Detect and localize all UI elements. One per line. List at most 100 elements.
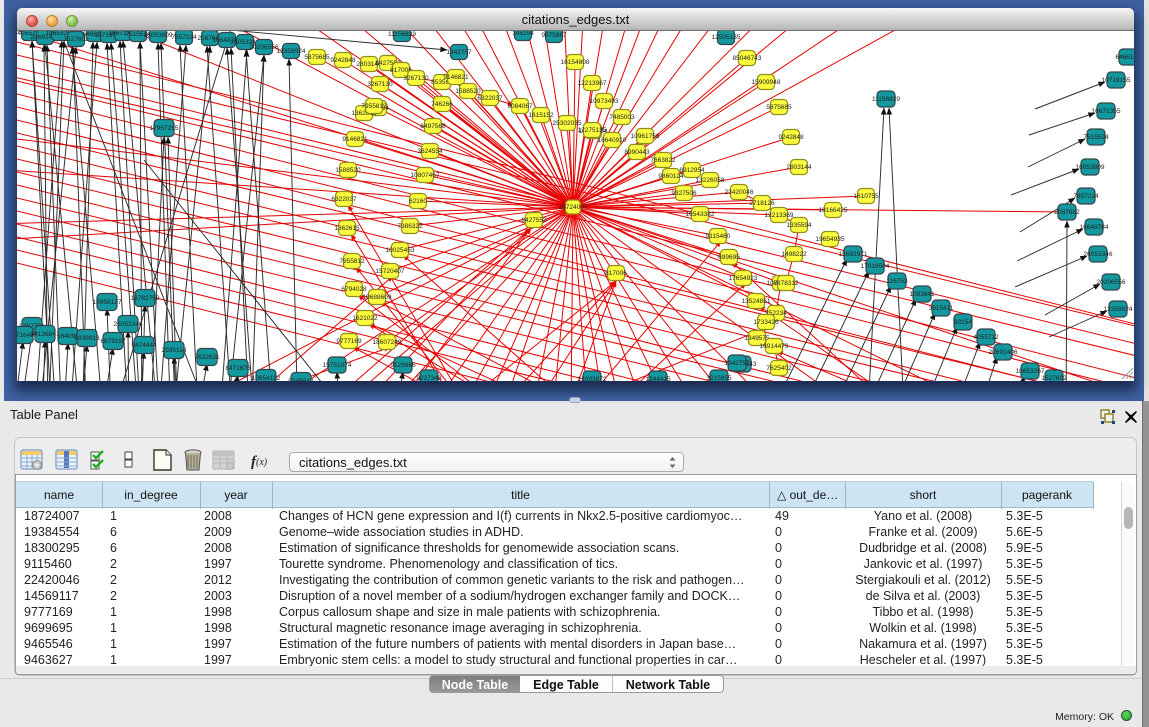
svg-text:2803144: 2803144 bbox=[786, 164, 812, 171]
svg-text:12093872: 12093872 bbox=[578, 376, 607, 381]
svg-text:10973493: 10973493 bbox=[590, 98, 619, 105]
svg-text:26053346: 26053346 bbox=[114, 321, 143, 328]
svg-text:1621022: 1621022 bbox=[352, 315, 378, 322]
svg-text:7955812: 7955812 bbox=[361, 103, 387, 110]
svg-text:19654935: 19654935 bbox=[816, 236, 845, 243]
svg-text:9227343: 9227343 bbox=[416, 375, 442, 381]
svg-text:7857224: 7857224 bbox=[1073, 193, 1099, 200]
svg-text:13524851: 13524851 bbox=[742, 298, 771, 305]
svg-text:8427552: 8427552 bbox=[521, 217, 547, 224]
svg-text:3215955: 3215955 bbox=[706, 375, 732, 381]
svg-text:11156829: 11156829 bbox=[388, 31, 416, 38]
svg-text:9242848: 9242848 bbox=[330, 57, 356, 64]
svg-text:9115460: 9115460 bbox=[706, 233, 731, 240]
svg-text:12359924: 12359924 bbox=[1104, 306, 1133, 313]
svg-text:7515524: 7515524 bbox=[1083, 134, 1109, 141]
svg-text:15720407: 15720407 bbox=[376, 268, 405, 275]
svg-text:10807467: 10807467 bbox=[411, 172, 440, 179]
svg-text:16053809: 16053809 bbox=[144, 32, 173, 39]
svg-text:2935114: 2935114 bbox=[162, 347, 187, 354]
svg-text:12505135: 12505135 bbox=[712, 34, 741, 41]
svg-text:1610755: 1610755 bbox=[853, 193, 879, 200]
svg-text:5875685: 5875685 bbox=[304, 54, 330, 61]
svg-text:15909948: 15909948 bbox=[752, 79, 781, 86]
svg-text:1527602: 1527602 bbox=[1041, 375, 1067, 381]
svg-text:116753: 116753 bbox=[886, 278, 908, 285]
svg-text:8990443: 8990443 bbox=[624, 149, 650, 156]
svg-text:10961758: 10961758 bbox=[631, 133, 660, 140]
svg-text:12359924: 12359924 bbox=[277, 48, 306, 55]
svg-text:7857224: 7857224 bbox=[171, 34, 197, 41]
svg-text:1342757: 1342757 bbox=[724, 360, 750, 367]
svg-text:10653267: 10653267 bbox=[1016, 368, 1045, 375]
svg-text:1362615: 1362615 bbox=[334, 225, 360, 232]
svg-text:9146821: 9146821 bbox=[342, 136, 368, 143]
svg-text:16914479: 16914479 bbox=[760, 343, 789, 350]
svg-text:7625402: 7625402 bbox=[766, 365, 792, 372]
svg-text:6466160: 6466160 bbox=[1115, 54, 1134, 61]
svg-text:20206556: 20206556 bbox=[1097, 279, 1126, 286]
svg-text:18724007: 18724007 bbox=[559, 204, 588, 211]
svg-text:817006: 817006 bbox=[605, 270, 627, 277]
svg-text:12213967: 12213967 bbox=[578, 80, 607, 87]
svg-text:3267130: 3267130 bbox=[367, 81, 393, 88]
svg-text:15692971: 15692971 bbox=[839, 251, 868, 258]
svg-text:14136841: 14136841 bbox=[31, 331, 60, 338]
svg-text:9245612: 9245612 bbox=[288, 378, 314, 381]
svg-text:3267130: 3267130 bbox=[403, 75, 429, 82]
svg-text:17957255: 17957255 bbox=[150, 125, 179, 132]
svg-text:17016504: 17016504 bbox=[861, 263, 890, 270]
svg-text:10654112: 10654112 bbox=[252, 375, 281, 381]
svg-text:1335594: 1335594 bbox=[786, 222, 812, 229]
svg-text:9146821: 9146821 bbox=[443, 74, 469, 81]
svg-text:12275135: 12275135 bbox=[578, 127, 607, 134]
svg-text:16640910: 16640910 bbox=[598, 137, 627, 144]
svg-text:145194: 145194 bbox=[512, 31, 534, 37]
svg-text:16782759: 16782759 bbox=[131, 295, 160, 302]
svg-text:9084067: 9084067 bbox=[507, 103, 533, 110]
svg-text:1588520: 1588520 bbox=[335, 167, 361, 174]
svg-text:9474444: 9474444 bbox=[131, 342, 157, 349]
svg-text:16648784: 16648784 bbox=[1080, 224, 1109, 231]
svg-text:1244415: 1244415 bbox=[645, 376, 671, 381]
svg-text:(x): (x) bbox=[256, 457, 268, 468]
svg-text:6497568: 6497568 bbox=[420, 123, 446, 130]
svg-text:7386322: 7386322 bbox=[397, 223, 423, 230]
svg-text:4055712: 4055712 bbox=[973, 334, 999, 341]
svg-text:8912954: 8912954 bbox=[679, 167, 705, 174]
svg-text:10958127: 10958127 bbox=[93, 299, 122, 306]
svg-text:25302035: 25302035 bbox=[553, 120, 582, 127]
svg-text:1588520: 1588520 bbox=[455, 88, 481, 95]
svg-text:26053346: 26053346 bbox=[1084, 251, 1113, 258]
svg-text:16154808: 16154808 bbox=[561, 59, 590, 66]
svg-text:3624554: 3624554 bbox=[417, 148, 443, 155]
svg-text:18607249: 18607249 bbox=[373, 339, 402, 346]
svg-text:10719155: 10719155 bbox=[1102, 77, 1131, 84]
svg-text:746266: 746266 bbox=[431, 101, 453, 108]
svg-text:13226058: 13226058 bbox=[696, 177, 725, 184]
svg-text:6879197: 6879197 bbox=[100, 338, 126, 345]
svg-text:5875685: 5875685 bbox=[766, 104, 792, 111]
svg-text:1342757: 1342757 bbox=[446, 49, 472, 56]
svg-text:62160: 62160 bbox=[409, 198, 427, 205]
svg-text:7955812: 7955812 bbox=[339, 258, 365, 265]
svg-text:16053809: 16053809 bbox=[1076, 164, 1105, 171]
svg-text:16543382: 16543382 bbox=[686, 211, 715, 218]
svg-text:9777169: 9777169 bbox=[336, 338, 362, 345]
svg-text:7632621: 7632621 bbox=[194, 354, 220, 361]
svg-text:699695: 699695 bbox=[718, 254, 740, 261]
svg-text:23420046: 23420046 bbox=[725, 189, 754, 196]
svg-text:6322037: 6322037 bbox=[331, 196, 357, 203]
svg-text:7663822: 7663822 bbox=[650, 157, 676, 164]
svg-text:9975887: 9975887 bbox=[541, 32, 567, 39]
svg-text:16671355: 16671355 bbox=[1092, 108, 1121, 115]
svg-text:20206556: 20206556 bbox=[250, 44, 279, 51]
svg-text:93154: 93154 bbox=[954, 319, 972, 326]
svg-text:1733426: 1733426 bbox=[753, 319, 779, 326]
svg-text:8938913: 8938913 bbox=[74, 335, 100, 342]
svg-text:12213369: 12213369 bbox=[765, 212, 794, 219]
svg-text:9242848: 9242848 bbox=[778, 134, 804, 141]
svg-text:1498222: 1498222 bbox=[781, 251, 807, 258]
svg-text:20691406: 20691406 bbox=[989, 349, 1018, 356]
svg-text:17654923: 17654923 bbox=[729, 275, 758, 282]
